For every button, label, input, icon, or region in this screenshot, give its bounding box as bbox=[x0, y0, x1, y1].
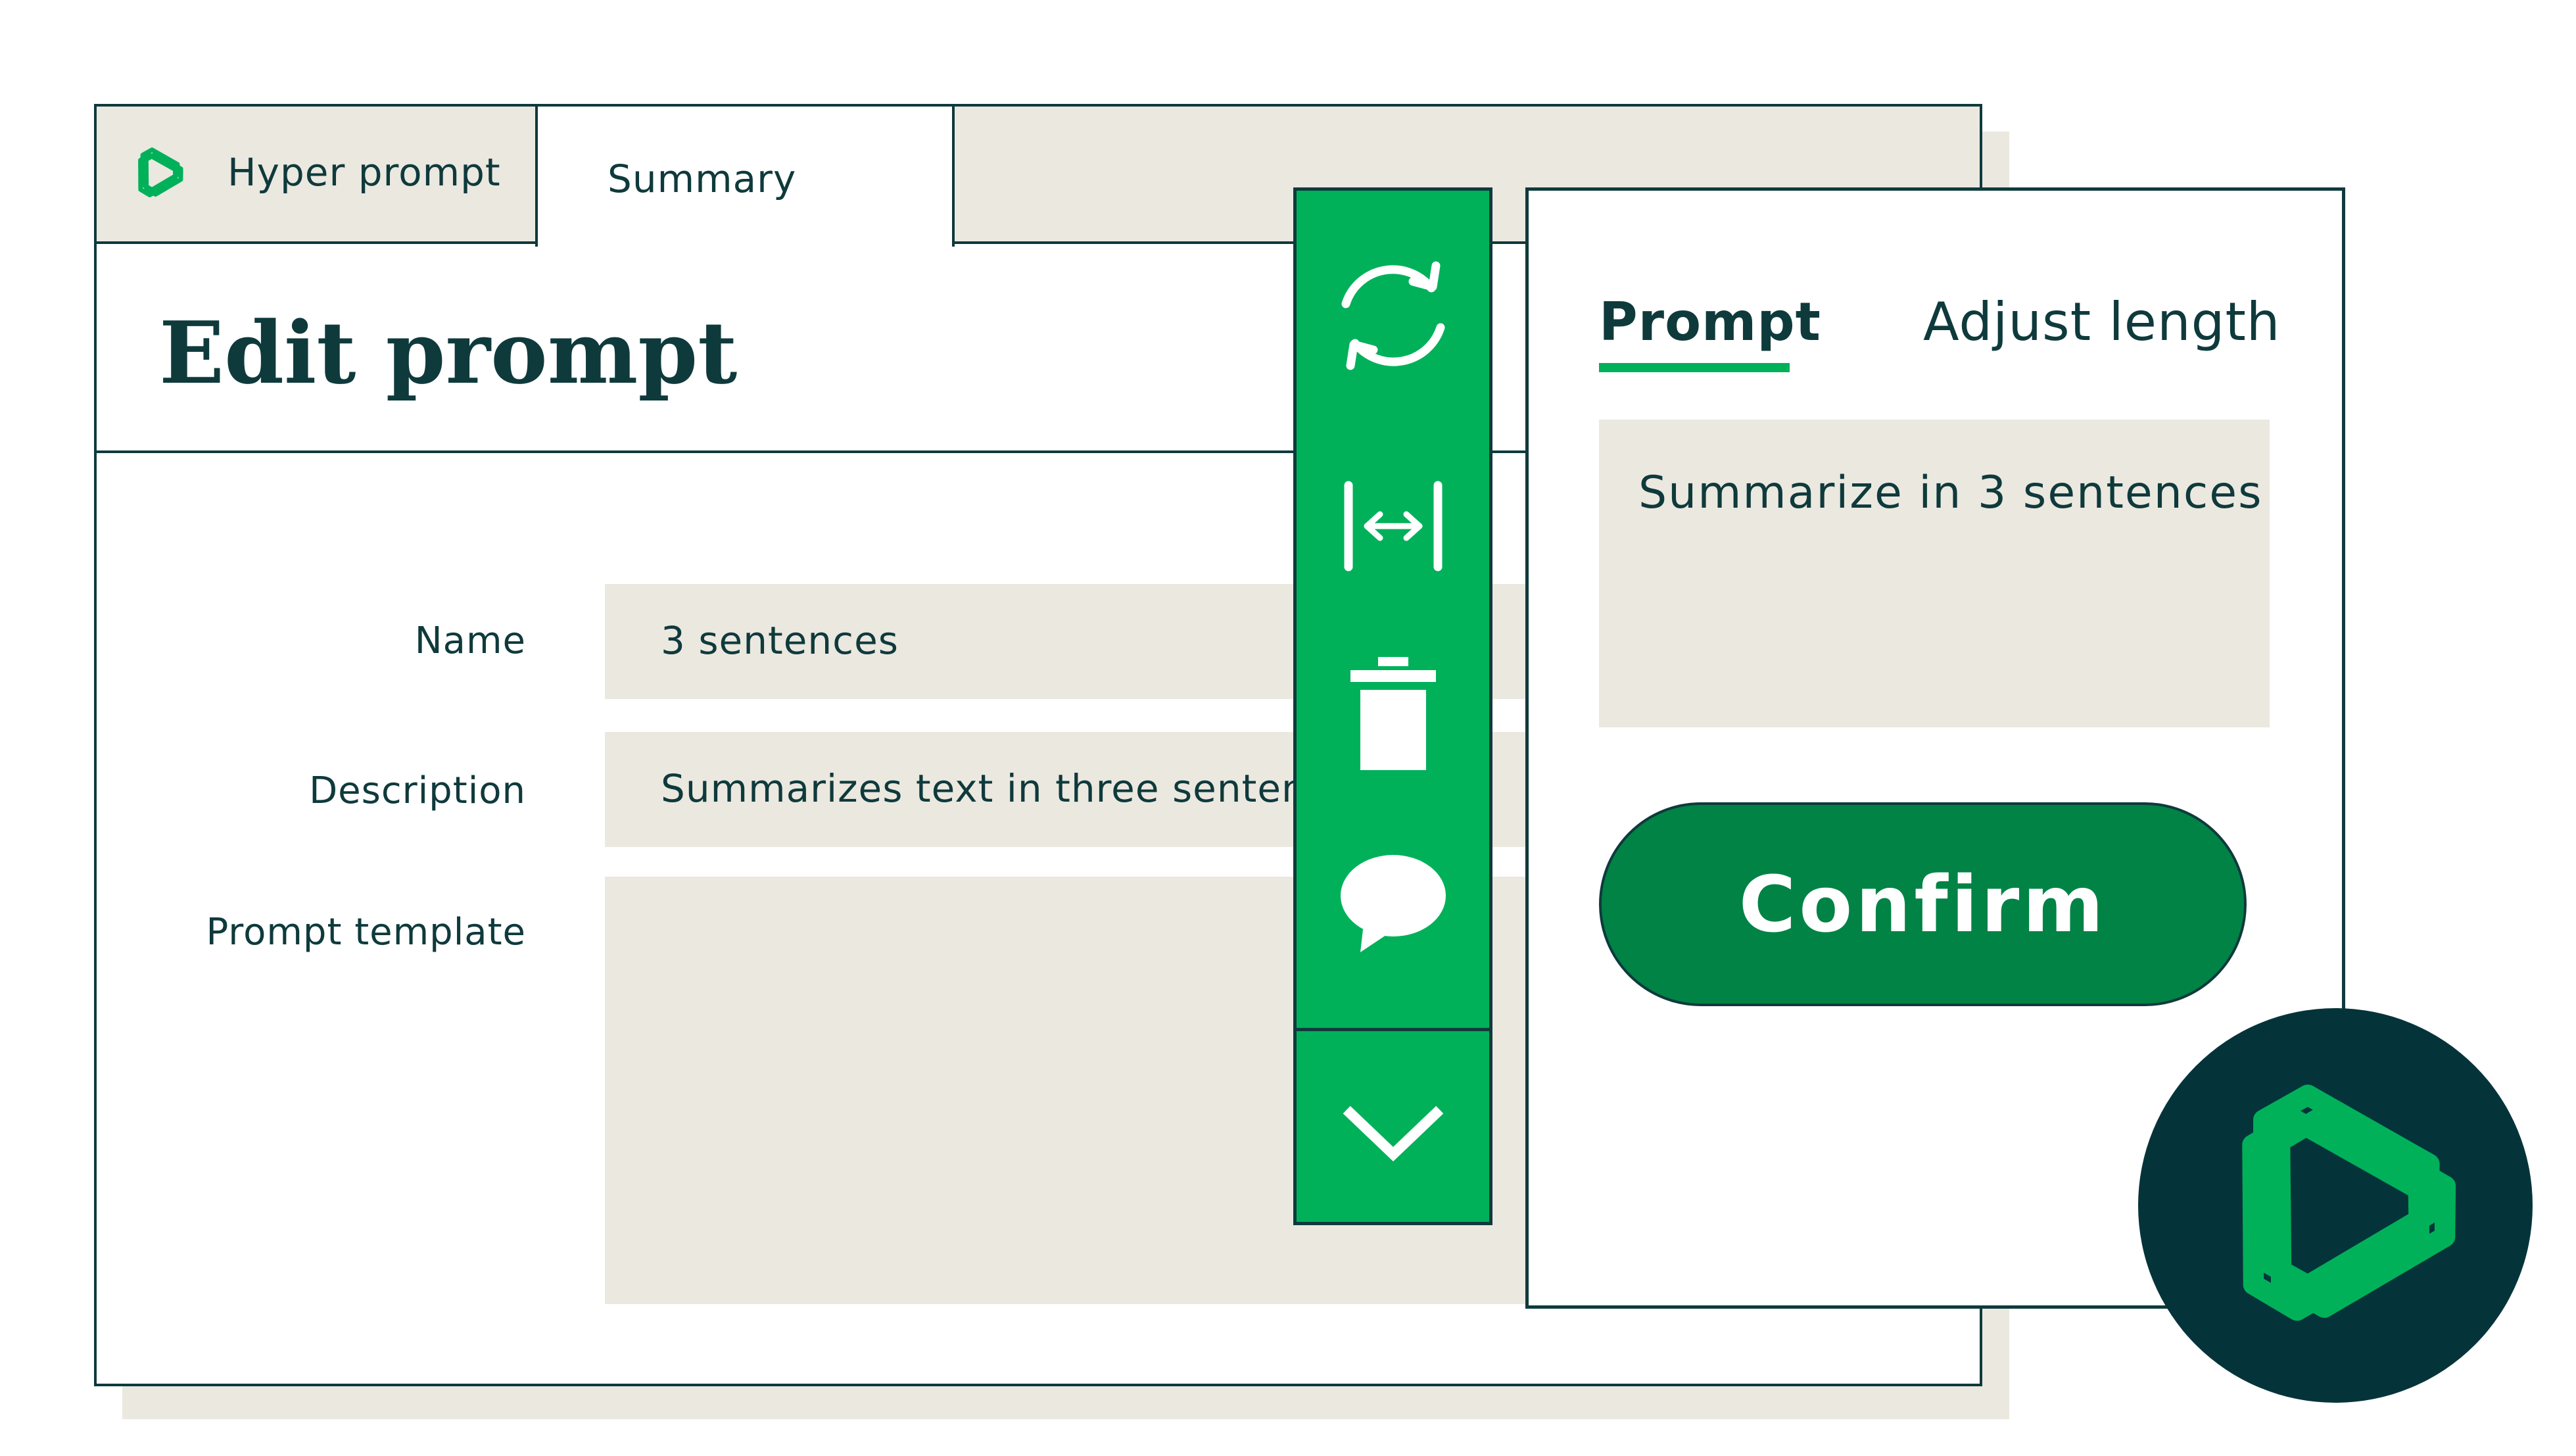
adjust-width-button[interactable] bbox=[1308, 460, 1477, 592]
comment-icon bbox=[1340, 855, 1446, 952]
logo-badge bbox=[2138, 1008, 2533, 1403]
tab-prompt[interactable]: Prompt bbox=[1599, 291, 1821, 352]
confirm-button[interactable]: Confirm bbox=[1599, 802, 2247, 1006]
comment-button[interactable] bbox=[1308, 835, 1477, 967]
openai-logo-icon bbox=[2242, 1084, 2456, 1321]
prompt-template-label: Prompt template bbox=[206, 911, 526, 954]
delete-button[interactable] bbox=[1308, 648, 1477, 779]
refresh-icon bbox=[1341, 261, 1444, 370]
description-input-value: Summarizes text in three sentences bbox=[661, 766, 1373, 811]
page-title: Edit prompt bbox=[159, 303, 738, 403]
description-label: Description bbox=[309, 769, 526, 812]
tab-adjust-length[interactable]: Adjust length bbox=[1923, 291, 2281, 352]
active-tab-indicator bbox=[1599, 363, 1790, 372]
prompt-textarea[interactable]: Summarize in 3 sentences bbox=[1599, 420, 2270, 727]
tab-hyper-prompt-label: Hyper prompt bbox=[227, 150, 501, 195]
tab-summary-label: Summary bbox=[608, 157, 797, 201]
name-label: Name bbox=[414, 619, 526, 662]
openai-logo-icon bbox=[129, 144, 187, 202]
adjust-width-icon bbox=[1344, 481, 1442, 571]
prompt-textarea-value: Summarize in 3 sentences bbox=[1638, 467, 2263, 519]
expand-toolbar-button[interactable] bbox=[1308, 1069, 1477, 1200]
chevron-down-icon bbox=[1343, 1105, 1443, 1162]
trash-icon bbox=[1350, 657, 1436, 770]
toolbar-divider bbox=[1293, 1028, 1492, 1031]
name-input-value: 3 sentences bbox=[661, 618, 899, 663]
refresh-button[interactable] bbox=[1308, 250, 1477, 381]
